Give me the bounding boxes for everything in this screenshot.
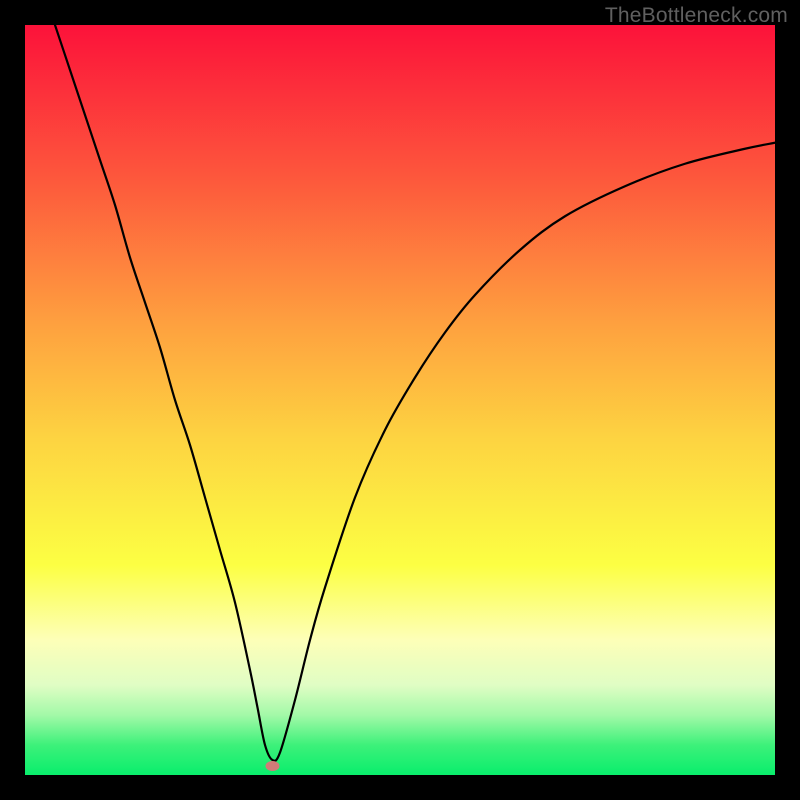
bottleneck-chart [25, 25, 775, 775]
chart-svg [25, 25, 775, 775]
watermark-text: TheBottleneck.com [605, 4, 788, 28]
minimum-marker [266, 761, 280, 771]
chart-background [25, 25, 775, 775]
